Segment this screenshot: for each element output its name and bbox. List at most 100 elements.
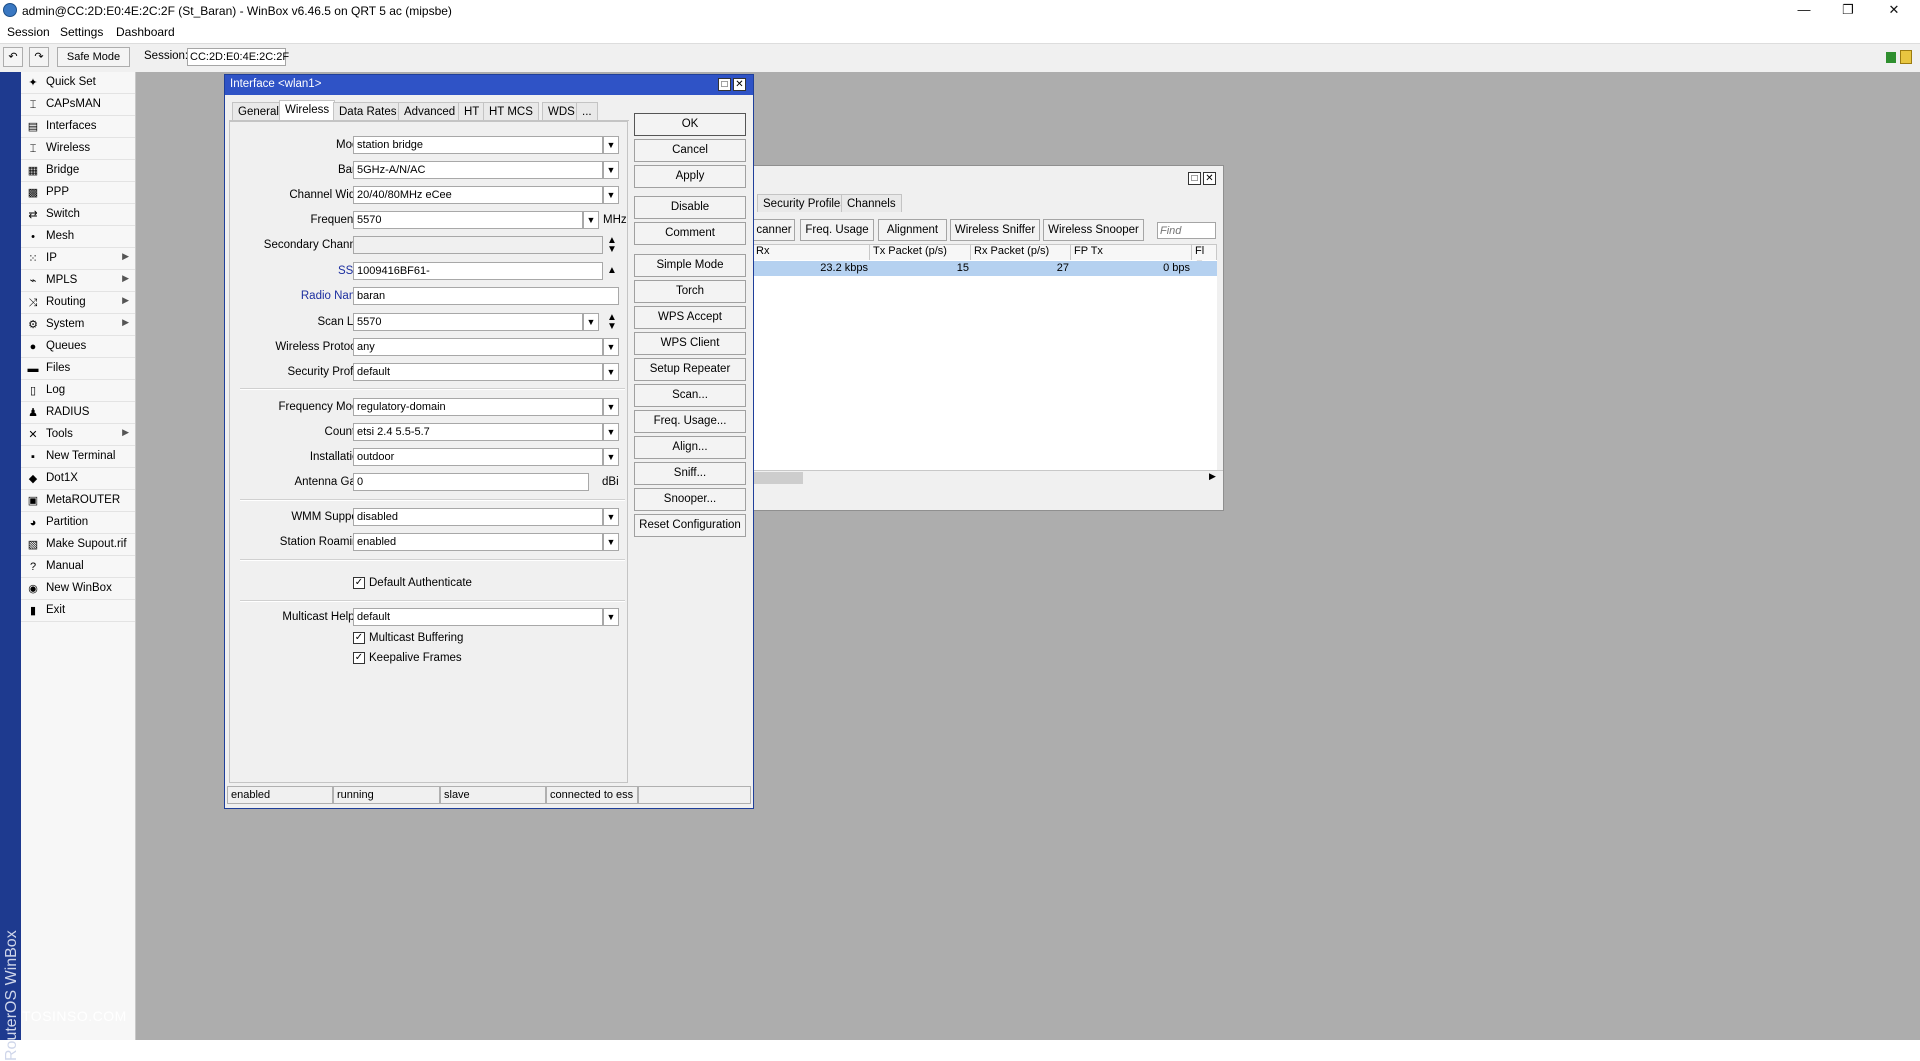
tab-channels[interactable]: Channels	[841, 194, 902, 212]
column-header[interactable]: Rx	[753, 245, 870, 260]
sidebar-item-make-supout-rif[interactable]: ▧ Make Supout.rif	[21, 534, 135, 556]
session-field[interactable]: CC:2D:E0:4E:2C:2F	[187, 48, 289, 66]
dropdown-arrow-icon[interactable]: ▼	[603, 136, 619, 154]
sidebar-item-wireless[interactable]: ⌶ Wireless	[21, 138, 135, 160]
close-icon[interactable]: ✕	[1203, 172, 1216, 185]
station-roaming-select[interactable]: enabled	[353, 533, 603, 551]
restore-button[interactable]: ❐	[1826, 0, 1870, 22]
alignment-button[interactable]: Alignment	[878, 219, 947, 241]
snooper-button[interactable]: Snooper...	[634, 488, 746, 511]
comment-button[interactable]: Comment	[634, 222, 746, 245]
antenna-gain-input[interactable]: 0	[353, 473, 589, 491]
sidebar-item-manual[interactable]: ? Manual	[21, 556, 135, 578]
secondary-channel-select[interactable]	[353, 236, 603, 254]
dialog-title-bar[interactable]: Interface <wlan1> □ ✕	[225, 75, 753, 95]
dropdown-arrow-icon[interactable]: ▼	[583, 211, 599, 229]
tab-advanced[interactable]: Advanced	[398, 102, 462, 120]
scan-list-select[interactable]: 5570	[353, 313, 583, 331]
dropdown-arrow-icon[interactable]: ▼	[603, 398, 619, 416]
ok-button[interactable]: OK	[634, 113, 746, 136]
sidebar-item-mesh[interactable]: • Mesh	[21, 226, 135, 248]
security-profile-select[interactable]: default	[353, 363, 603, 381]
maximize-icon[interactable]: □	[1188, 172, 1201, 185]
band-select[interactable]: 5GHz-A/N/AC	[353, 161, 603, 179]
sidebar-item-system[interactable]: ⚙ System ▶	[21, 314, 135, 336]
expand-collapse-icon[interactable]: ▲ ▼	[605, 313, 619, 332]
sidebar-item-capsman[interactable]: ⌶ CAPsMAN	[21, 94, 135, 116]
sidebar-item-switch[interactable]: ⇄ Switch	[21, 204, 135, 226]
sidebar-item-ppp[interactable]: ▩ PPP	[21, 182, 135, 204]
sidebar-item-queues[interactable]: ● Queues	[21, 336, 135, 358]
dropdown-arrow-icon[interactable]: ▼	[603, 423, 619, 441]
sidebar-item-exit[interactable]: ▮ Exit	[21, 600, 135, 622]
sidebar-item-metarouter[interactable]: ▣ MetaROUTER	[21, 490, 135, 512]
tab-ht[interactable]: HT	[458, 102, 486, 120]
tab-data-rates[interactable]: Data Rates	[333, 102, 403, 120]
column-header[interactable]: FP Tx	[1071, 245, 1192, 260]
sidebar-item-dot1x[interactable]: ◆ Dot1X	[21, 468, 135, 490]
sidebar-item-mpls[interactable]: ⌁ MPLS ▶	[21, 270, 135, 292]
collapse-icon[interactable]: ▲	[605, 262, 619, 280]
scanner-button[interactable]: canner	[753, 219, 795, 241]
freq-usage-button[interactable]: Freq. Usage...	[634, 410, 746, 433]
sidebar-item-partition[interactable]: ◕ Partition	[21, 512, 135, 534]
menu-dashboard[interactable]: Dashboard	[116, 25, 175, 39]
frequency-select[interactable]: 5570	[353, 211, 583, 229]
checkbox-box[interactable]: ✓	[353, 577, 365, 589]
wmm-support-select[interactable]: disabled	[353, 508, 603, 526]
sniff-button[interactable]: Sniff...	[634, 462, 746, 485]
reset-configuration-button[interactable]: Reset Configuration	[634, 514, 746, 537]
tab-security-profiles[interactable]: Security Profiles	[757, 194, 853, 212]
radio-name-input[interactable]: baran	[353, 287, 619, 305]
sidebar-item-new-winbox[interactable]: ◉ New WinBox	[21, 578, 135, 600]
cancel-button[interactable]: Cancel	[634, 139, 746, 162]
align-button[interactable]: Align...	[634, 436, 746, 459]
scroll-right-icon[interactable]: ▶	[1209, 471, 1216, 482]
minimize-button[interactable]: —	[1782, 0, 1826, 22]
sidebar-item-ip[interactable]: ⁙ IP ▶	[21, 248, 135, 270]
dropdown-arrow-icon[interactable]: ▼	[583, 313, 599, 331]
column-header[interactable]: Fl ▼	[1192, 245, 1217, 268]
maximize-icon[interactable]: □	[718, 78, 731, 91]
sidebar-item-routing[interactable]: ⤨ Routing ▶	[21, 292, 135, 314]
apply-button[interactable]: Apply	[634, 165, 746, 188]
sidebar-item-log[interactable]: ▯ Log	[21, 380, 135, 402]
wps-client-button[interactable]: WPS Client	[634, 332, 746, 355]
dropdown-arrow-icon[interactable]: ▼	[603, 448, 619, 466]
dropdown-arrow-icon[interactable]: ▼	[603, 186, 619, 204]
disable-button[interactable]: Disable	[634, 196, 746, 219]
dropdown-arrow-icon[interactable]: ▼	[603, 508, 619, 526]
tab-wireless[interactable]: Wireless	[279, 100, 336, 120]
torch-button[interactable]: Torch	[634, 280, 746, 303]
sidebar-item-bridge[interactable]: ▦ Bridge	[21, 160, 135, 182]
scan-button[interactable]: Scan...	[634, 384, 746, 407]
frequency-mode-select[interactable]: regulatory-domain	[353, 398, 603, 416]
checkbox-box[interactable]: ✓	[353, 632, 365, 644]
expand-collapse-icon[interactable]: ▲ ▼	[605, 236, 619, 255]
dropdown-arrow-icon[interactable]: ▼	[603, 363, 619, 381]
table-row[interactable]: 23.2 kbps 15 27 0 bps	[753, 261, 1217, 276]
wps-accept-button[interactable]: WPS Accept	[634, 306, 746, 329]
freq-usage-button[interactable]: Freq. Usage	[800, 219, 874, 241]
menu-settings[interactable]: Settings	[60, 25, 103, 39]
wireless-protocol-select[interactable]: any	[353, 338, 603, 356]
wireless-window-title-bar[interactable]	[753, 166, 1223, 190]
sidebar-item-interfaces[interactable]: ▤ Interfaces	[21, 116, 135, 138]
tab-general[interactable]: General	[232, 102, 285, 120]
ssid-input[interactable]: 1009416BF61-	[353, 262, 603, 280]
redo-button[interactable]: ↷	[29, 47, 49, 67]
undo-button[interactable]: ↶	[3, 47, 23, 67]
multicast-helper-select[interactable]: default	[353, 608, 603, 626]
menu-session[interactable]: Session	[7, 25, 50, 39]
column-header[interactable]: Tx Packet (p/s)	[870, 245, 971, 260]
checkbox-box[interactable]: ✓	[353, 652, 365, 664]
dropdown-arrow-icon[interactable]: ▼	[603, 533, 619, 551]
simple-mode-button[interactable]: Simple Mode	[634, 254, 746, 277]
scrollbar-thumb[interactable]	[753, 472, 803, 484]
installation-select[interactable]: outdoor	[353, 448, 603, 466]
tab-ht-mcs[interactable]: HT MCS	[483, 102, 539, 120]
close-icon[interactable]: ✕	[733, 78, 746, 91]
setup-repeater-button[interactable]: Setup Repeater	[634, 358, 746, 381]
close-button[interactable]: ✕	[1872, 0, 1916, 22]
wireless-snooper-button[interactable]: Wireless Snooper	[1043, 219, 1144, 241]
